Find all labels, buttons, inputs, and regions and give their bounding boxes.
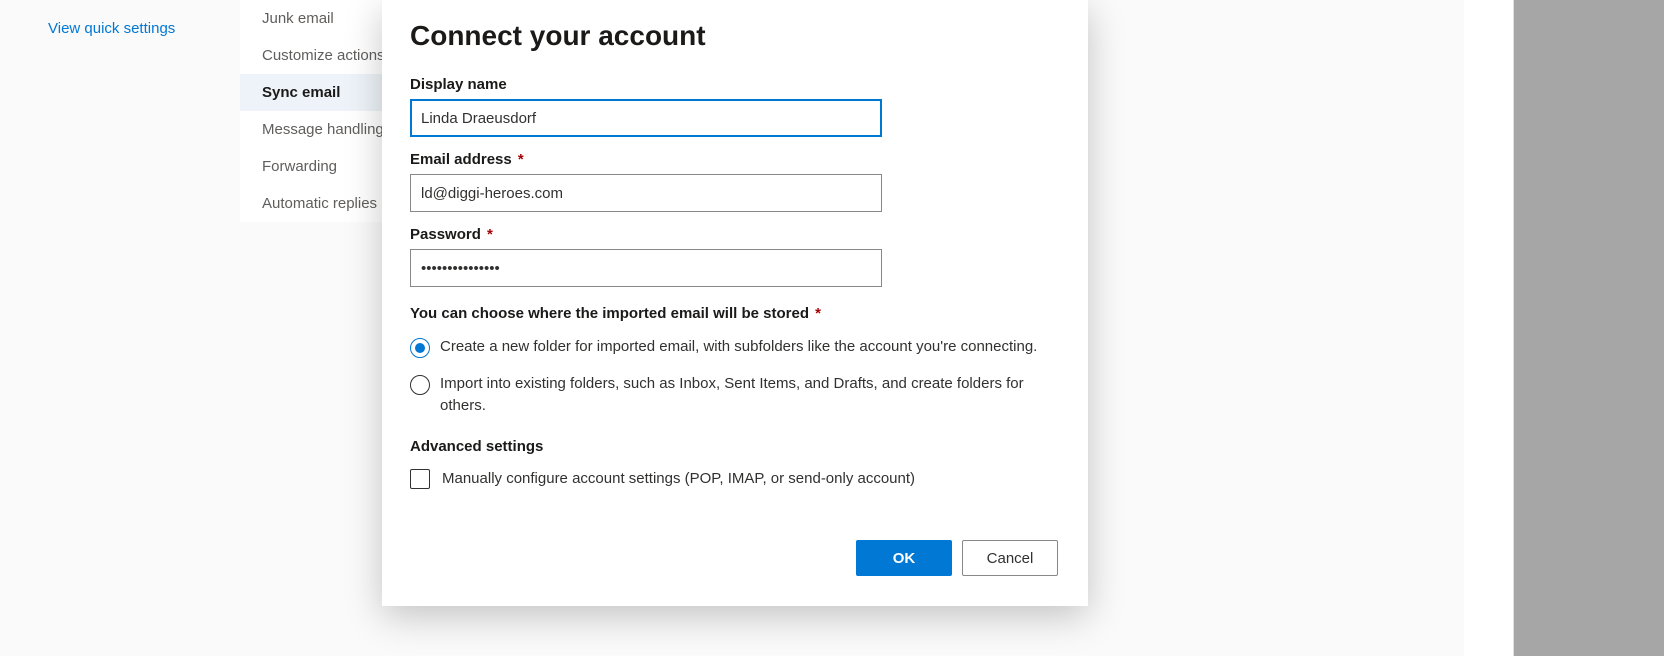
password-input[interactable] (410, 249, 882, 287)
radio-icon (410, 338, 430, 358)
storage-heading-text: You can choose where the imported email … (410, 305, 809, 322)
email-label-text: Email address (410, 151, 512, 168)
manual-configure-checkbox[interactable]: Manually configure account settings (POP… (410, 469, 1060, 489)
required-asterisk: * (483, 226, 493, 243)
checkbox-label: Manually configure account settings (POP… (442, 470, 915, 487)
password-label-text: Password (410, 226, 481, 243)
email-label: Email address * (410, 151, 1060, 168)
sidebar-item-sync-email[interactable]: Sync email (240, 74, 400, 111)
radio-create-new-folder[interactable]: Create a new folder for imported email, … (410, 336, 1060, 359)
sidebar-item-customize-actions[interactable]: Customize actions (240, 37, 400, 74)
checkbox-icon (410, 469, 430, 489)
sidebar-item-message-handling[interactable]: Message handling (240, 111, 400, 148)
storage-heading: You can choose where the imported email … (410, 305, 1060, 322)
ok-button[interactable]: OK (856, 540, 952, 576)
radio-label: Import into existing folders, such as In… (440, 373, 1040, 418)
settings-sidebar: Junk email Customize actions Sync email … (240, 0, 400, 222)
radio-label: Create a new folder for imported email, … (440, 336, 1037, 359)
right-gray-strip (1514, 0, 1664, 656)
advanced-heading: Advanced settings (410, 438, 1060, 455)
required-asterisk: * (514, 151, 524, 168)
display-name-input[interactable] (410, 99, 882, 137)
radio-icon (410, 375, 430, 395)
display-name-label: Display name (410, 76, 1060, 93)
cancel-button[interactable]: Cancel (962, 540, 1058, 576)
dialog-title: Connect your account (410, 20, 1060, 52)
password-label: Password * (410, 226, 1060, 243)
right-white-panel (1464, 0, 1514, 656)
dialog-button-row: OK Cancel (856, 540, 1058, 576)
sidebar-item-junk-email[interactable]: Junk email (240, 0, 400, 37)
sidebar-item-automatic-replies[interactable]: Automatic replies (240, 185, 400, 222)
required-asterisk: * (811, 305, 821, 322)
view-quick-settings-link[interactable]: View quick settings (48, 20, 175, 37)
sidebar-item-forwarding[interactable]: Forwarding (240, 148, 400, 185)
connect-account-dialog: Connect your account Display name Email … (382, 0, 1088, 606)
radio-import-existing[interactable]: Import into existing folders, such as In… (410, 373, 1060, 418)
email-input[interactable] (410, 174, 882, 212)
